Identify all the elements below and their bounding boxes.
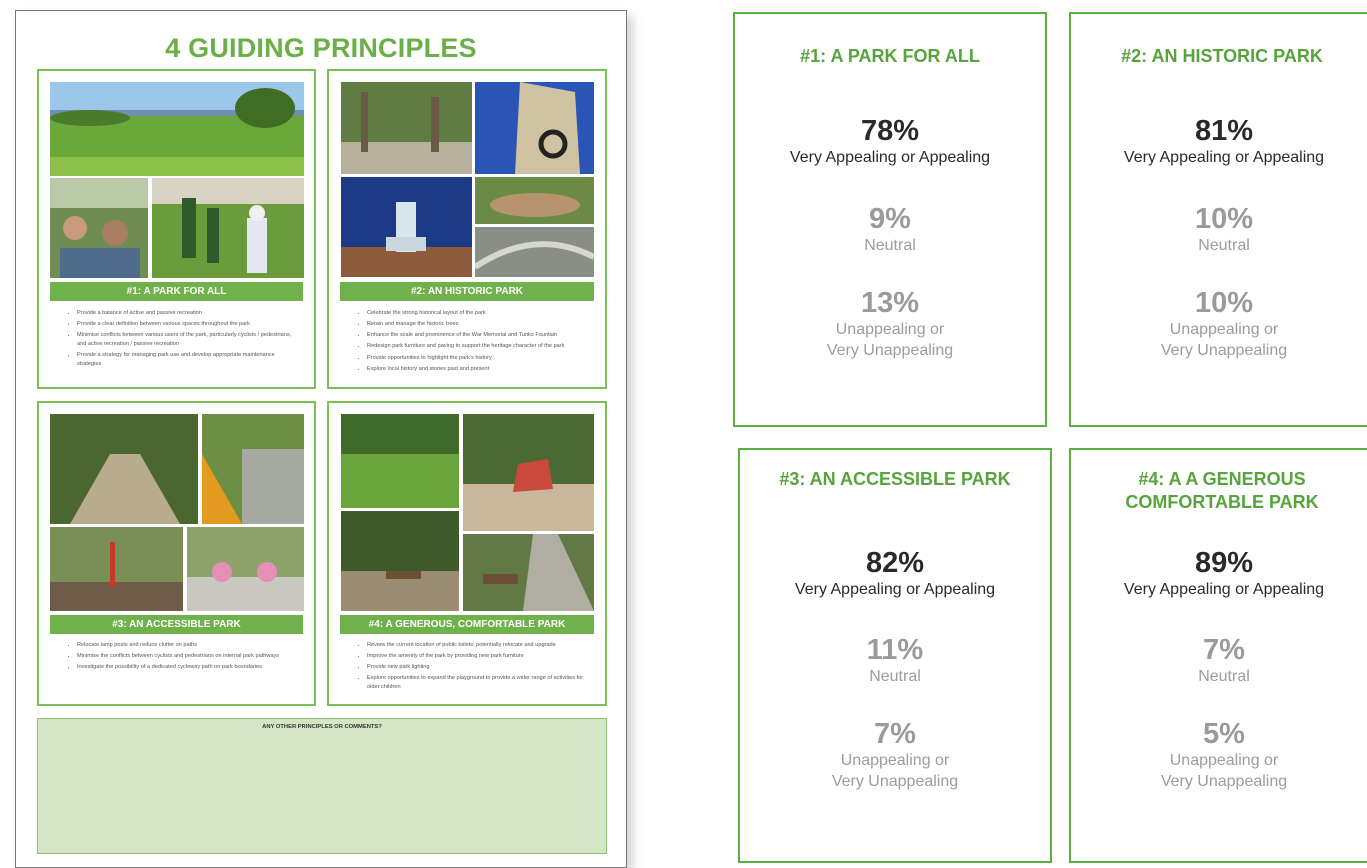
appealing-label: Very Appealing or Appealing	[1123, 149, 1325, 166]
comments-label: ANY OTHER PRINCIPLES OR COMMENTS?	[262, 724, 382, 730]
appealing-label: Very Appealing or Appealing	[794, 581, 996, 598]
appealing-percent: 78%	[860, 115, 920, 147]
neutral-label: Neutral	[869, 668, 921, 685]
unappealing-label: Unappealing or	[1169, 321, 1279, 338]
bullet: Review the current location of public to…	[367, 641, 591, 650]
neutral-percent: 7%	[1203, 634, 1245, 666]
neutral-label: Neutral	[864, 237, 916, 254]
principle-4-bullets: Review the current location of public to…	[355, 641, 591, 694]
bullet: Provide a clear definition between vario…	[77, 320, 300, 329]
unappealing-label: Very Unappealing	[1160, 342, 1288, 359]
principle-3-banner: #3: AN ACCESSIBLE PARK	[50, 615, 303, 634]
trees-avenue-photo	[341, 82, 472, 174]
bullet: Relocate lamp posts and reduce clutter o…	[77, 641, 300, 650]
card-title-line-2: COMFORTABLE PARK	[1125, 492, 1319, 512]
principle-box-1: #1: A PARK FOR ALL Provide a balance of …	[37, 69, 316, 389]
neutral-stat: 11% Neutral	[740, 634, 1050, 687]
principle-2-bullets: Celebrate the strong historical layout o…	[355, 309, 591, 376]
bullet: Minimise conflicts between various users…	[77, 331, 300, 348]
war-memorial-photo	[475, 82, 594, 174]
result-card-3: #3: AN ACCESSIBLE PARK 82% Very Appealin…	[738, 448, 1052, 863]
card-title: #2: AN HISTORIC PARK	[1121, 46, 1323, 66]
cricket-photo	[152, 178, 304, 278]
unappealing-label: Very Unappealing	[826, 342, 954, 359]
appealing-percent: 81%	[1194, 115, 1254, 147]
neutral-stat: 7% Neutral	[1071, 634, 1367, 687]
unappealing-label: Very Unappealing	[1160, 773, 1288, 790]
bullet: Provide opportunities to highlight the p…	[367, 354, 591, 363]
memorial-garden-photo	[475, 177, 594, 224]
principle-1-bullets: Provide a balance of active and passive …	[65, 309, 300, 371]
principle-3-bullets: Relocate lamp posts and reduce clutter o…	[65, 641, 300, 674]
card-title-line-1: #4: A A GENEROUS	[1138, 469, 1306, 489]
unappealing-label: Unappealing or	[835, 321, 945, 338]
unappealing-percent: 7%	[874, 718, 916, 750]
card-title: #1: A PARK FOR ALL	[800, 46, 980, 66]
principle-4-banner: #4: A GENEROUS, COMFORTABLE PARK	[340, 615, 594, 634]
sculpture-path-photo	[50, 527, 183, 611]
appealing-stat: 89% Very Appealing or Appealing	[1071, 547, 1367, 600]
paving-photo	[475, 227, 594, 277]
picnic-photo	[50, 178, 148, 278]
playground-tree-photo	[463, 414, 594, 531]
bullet: Redesign park furniture and paving to su…	[367, 342, 591, 351]
unappealing-percent: 13%	[860, 287, 920, 319]
unappealing-percent: 10%	[1194, 287, 1254, 319]
principle-box-3: #3: AN ACCESSIBLE PARK Relocate lamp pos…	[37, 401, 316, 706]
neutral-percent: 10%	[1194, 203, 1254, 235]
bullet: Minimise the conflicts between cyclists …	[77, 652, 300, 661]
bullet: Enhance the scale and prominence of the …	[367, 331, 591, 340]
appealing-percent: 82%	[865, 547, 925, 579]
benches-path-photo	[463, 534, 594, 611]
bullet: Explore local history and stories past a…	[367, 365, 591, 374]
poster-title: 4 GUIDING PRINCIPLES	[165, 33, 477, 63]
principle-1-banner: #1: A PARK FOR ALL	[50, 282, 303, 301]
neutral-label: Neutral	[1198, 237, 1250, 254]
bullet: Investigate the possibility of a dedicat…	[77, 663, 300, 672]
kids-cycling-photo	[187, 527, 304, 611]
unappealing-stat: 7% Unappealing or Very Unappealing	[740, 718, 1050, 792]
principle-box-4: #4: A GENEROUS, COMFORTABLE PARK Review …	[327, 401, 607, 706]
card-title: #4: A A GENEROUS COMFORTABLE PARK	[1071, 468, 1367, 514]
unappealing-label: Unappealing or	[1169, 752, 1279, 769]
appealing-stat: 78% Very Appealing or Appealing	[735, 115, 1045, 168]
harbour-view-photo	[50, 82, 304, 176]
appealing-stat: 81% Very Appealing or Appealing	[1071, 115, 1367, 168]
neutral-label: Neutral	[1198, 668, 1250, 685]
guiding-principles-poster: 4 GUIDING PRINCIPLES #1: A PARK FOR ALL …	[15, 10, 627, 868]
neutral-percent: 11%	[866, 634, 924, 666]
bullet: Celebrate the strong historical layout o…	[367, 309, 591, 318]
principle-2-banner: #2: AN HISTORIC PARK	[340, 282, 594, 301]
bullet: Improve the amenity of the park by provi…	[367, 652, 591, 661]
bullet: Provide a strategy for managing park use…	[77, 351, 300, 368]
unappealing-stat: 5% Unappealing or Very Unappealing	[1071, 718, 1367, 792]
neutral-stat: 10% Neutral	[1071, 203, 1367, 256]
unappealing-label: Very Unappealing	[831, 773, 959, 790]
card-title: #3: AN ACCESSIBLE PARK	[779, 469, 1011, 489]
bullet: Explore opportunities to expand the play…	[367, 674, 591, 691]
tree-lined-path-photo	[50, 414, 198, 524]
bullet: Provide new park lighting	[367, 663, 591, 672]
lawn-relaxing-photo	[341, 414, 459, 508]
neutral-stat: 9% Neutral	[735, 203, 1045, 256]
result-card-4: #4: A A GENEROUS COMFORTABLE PARK 89% Ve…	[1069, 448, 1367, 863]
result-card-2: #2: AN HISTORIC PARK 81% Very Appealing …	[1069, 12, 1367, 427]
principle-box-2: #2: AN HISTORIC PARK Celebrate the stron…	[327, 69, 607, 389]
garden-bench-photo	[341, 511, 459, 611]
unappealing-stat: 13% Unappealing or Very Unappealing	[735, 287, 1045, 361]
appealing-stat: 82% Very Appealing or Appealing	[740, 547, 1050, 600]
comments-box: ANY OTHER PRINCIPLES OR COMMENTS?	[37, 718, 607, 854]
appealing-percent: 89%	[1194, 547, 1254, 579]
result-card-1: #1: A PARK FOR ALL 78% Very Appealing or…	[733, 12, 1047, 427]
unappealing-percent: 5%	[1203, 718, 1245, 750]
unappealing-stat: 10% Unappealing or Very Unappealing	[1071, 287, 1367, 361]
appealing-label: Very Appealing or Appealing	[1123, 581, 1325, 598]
fountain-photo	[341, 177, 472, 277]
unappealing-label: Unappealing or	[840, 752, 950, 769]
flower-bed-path-photo	[202, 414, 304, 524]
neutral-percent: 9%	[869, 203, 911, 235]
bullet: Provide a balance of active and passive …	[77, 309, 300, 318]
appealing-label: Very Appealing or Appealing	[789, 149, 991, 166]
bullet: Retain and manage the historic trees	[367, 320, 591, 329]
